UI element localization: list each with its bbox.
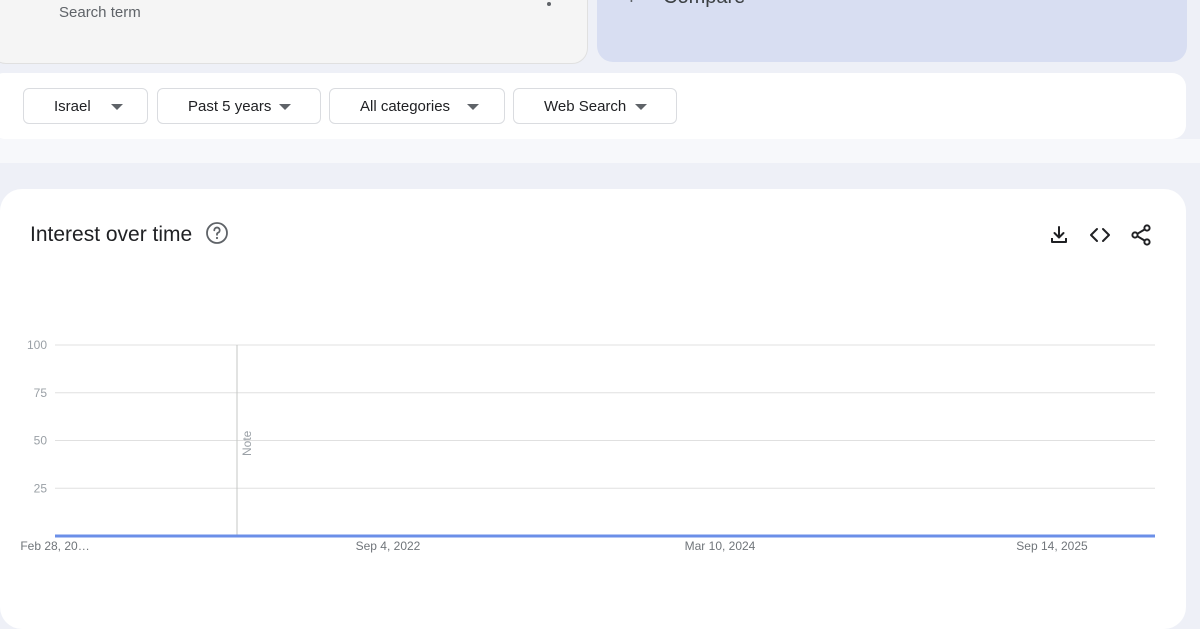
y-tick-label: 50 (34, 434, 48, 448)
interest-chart: 25 50 75 100 Note Feb 28, 20… Sep 4, 2022 Mar 1… (20, 338, 1155, 553)
y-tick-label: 100 (27, 338, 47, 352)
x-tick-label: Feb 28, 20… (20, 539, 89, 553)
y-tick-label: 25 (34, 481, 48, 495)
x-tick-label: Sep 4, 2022 (356, 539, 421, 553)
x-tick-label: Sep 14, 2025 (1016, 539, 1088, 553)
x-tick-label: Mar 10, 2024 (685, 539, 756, 553)
note-label[interactable]: Note (240, 430, 254, 456)
y-tick-label: 75 (34, 386, 48, 400)
